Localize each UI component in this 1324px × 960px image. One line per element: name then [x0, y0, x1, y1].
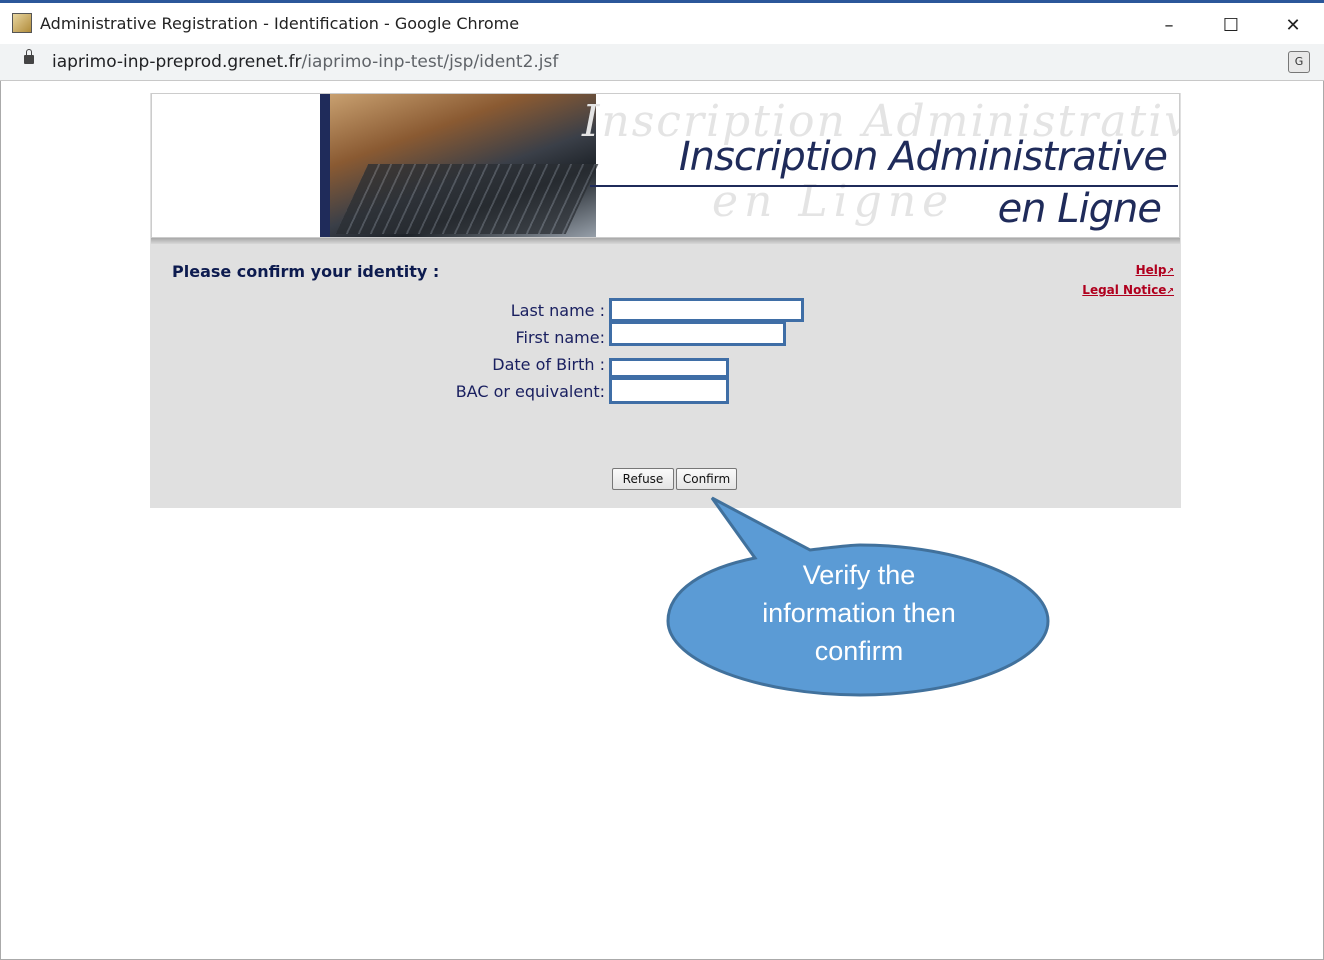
- lock-icon: [24, 49, 34, 64]
- window-title: Administrative Registration - Identifica…: [40, 14, 520, 33]
- callout-line-1: Verify the: [802, 560, 916, 590]
- bac-field[interactable]: [609, 377, 729, 404]
- confirm-button[interactable]: Confirm: [676, 468, 737, 490]
- date-of-birth-label: Date of Birth :: [492, 355, 605, 374]
- external-link-icon: ↗: [1166, 267, 1174, 277]
- url-text[interactable]: iaprimo-inp-preprod.grenet.fr/iaprimo-in…: [52, 52, 558, 72]
- date-of-birth-field[interactable]: [609, 358, 729, 378]
- form-heading: Please confirm your identity :: [172, 262, 440, 281]
- banner-title-line2: en Ligne: [997, 186, 1162, 232]
- close-button[interactable]: ✕: [1270, 9, 1316, 41]
- translate-icon[interactable]: G: [1288, 51, 1310, 73]
- legal-notice-link[interactable]: Legal Notice↗: [1082, 283, 1174, 297]
- last-name-label: Last name :: [510, 301, 605, 320]
- banner-divider: [151, 238, 1180, 244]
- window-titlebar: Administrative Registration - Identifica…: [0, 0, 1324, 44]
- first-name-label: First name:: [515, 328, 605, 347]
- callout-text: Verify the information then confirm: [700, 556, 1018, 670]
- callout-line-2: information then: [762, 598, 956, 628]
- refuse-button[interactable]: Refuse: [612, 468, 674, 490]
- url-path: /iaprimo-inp-test/jsp/ident2.jsf: [301, 52, 559, 72]
- help-link[interactable]: Help↗: [1136, 263, 1174, 277]
- maximize-button[interactable]: ☐: [1208, 9, 1254, 41]
- header-banner: Inscription Administrative en Ligne Insc…: [151, 93, 1180, 238]
- banner-title-line1: Inscription Administrative: [678, 134, 1168, 180]
- help-link-label: Help: [1135, 263, 1167, 277]
- app-icon: [12, 13, 32, 33]
- banner-accent-bar: [320, 94, 330, 237]
- banner-watermark-2: en Ligne: [712, 176, 955, 227]
- first-name-field[interactable]: [609, 321, 786, 346]
- keyboard-image: [335, 164, 599, 234]
- address-bar[interactable]: iaprimo-inp-preprod.grenet.fr/iaprimo-in…: [0, 44, 1324, 81]
- url-host: iaprimo-inp-preprod.grenet.fr: [52, 52, 302, 72]
- bac-label: BAC or equivalent:: [455, 382, 605, 401]
- last-name-field[interactable]: [609, 298, 804, 322]
- minimize-button[interactable]: –: [1146, 9, 1192, 41]
- legal-notice-label: Legal Notice: [1082, 283, 1167, 297]
- external-link-icon: ↗: [1166, 287, 1174, 297]
- callout-line-3: confirm: [814, 636, 904, 666]
